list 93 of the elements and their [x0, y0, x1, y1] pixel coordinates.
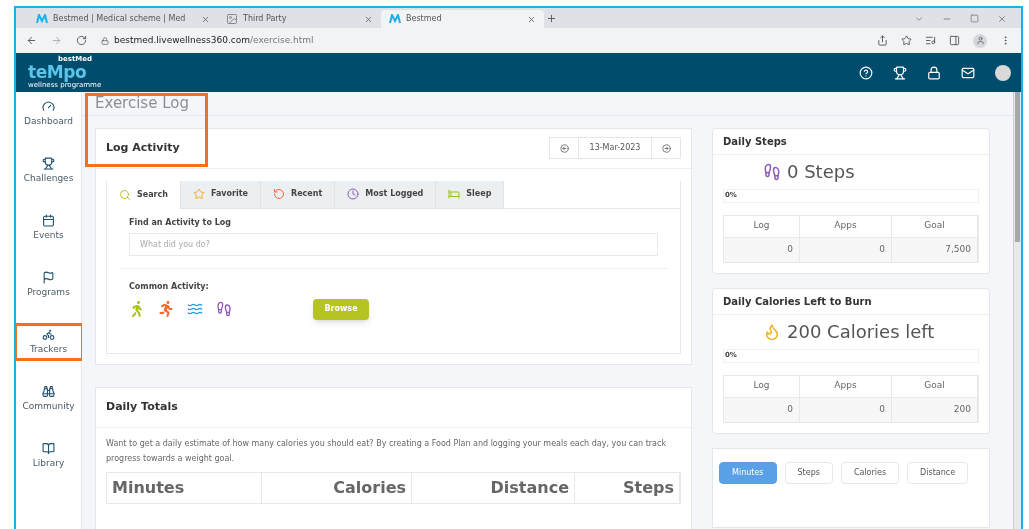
footprints-icon [763, 162, 781, 181]
side-panel-icon[interactable] [949, 35, 960, 46]
flame-icon [763, 322, 781, 341]
share-icon[interactable] [877, 35, 888, 46]
table-header: Minutes [107, 472, 262, 503]
bed-icon [448, 188, 461, 200]
binoculars-icon [42, 384, 55, 398]
mail-icon[interactable] [961, 65, 975, 80]
chart-toggle[interactable]: Distance [907, 461, 969, 484]
chart-toggle[interactable]: Steps [784, 461, 833, 484]
widget-headline: 0 Steps [787, 160, 855, 184]
brand-favicon-icon [389, 14, 401, 24]
search-icon [119, 188, 131, 201]
tab-title: Bestmed [406, 13, 443, 25]
page-title: Exercise Log [95, 93, 189, 114]
chart-toggle[interactable]: Calories [840, 461, 900, 484]
back-icon[interactable] [26, 35, 37, 46]
image-icon [226, 13, 238, 25]
table-cell: 0 [800, 237, 892, 262]
card-title: Daily Totals [106, 398, 178, 415]
close-icon[interactable] [201, 14, 210, 24]
table-header: Goal [892, 215, 978, 238]
sidebar-item[interactable]: Challenges [16, 155, 81, 187]
table-cell: 0 [724, 397, 800, 422]
forward-icon[interactable] [51, 35, 62, 46]
sidebar-item[interactable]: Programs [16, 269, 81, 301]
footprints-icon[interactable] [216, 301, 232, 317]
user-avatar[interactable] [995, 64, 1011, 81]
arrow-right-icon [661, 143, 671, 153]
profile-avatar[interactable] [973, 33, 987, 48]
new-tab-icon[interactable] [546, 13, 557, 24]
history-icon [273, 188, 285, 200]
field-label: Find an Activity to Log [129, 216, 232, 229]
field-label: Common Activity: [129, 280, 210, 293]
activity-tab[interactable]: Sleep [436, 180, 505, 209]
search-field[interactable]: What did you do? [129, 232, 658, 256]
url-text: bestmed.livewellness360.com/exercise.html [114, 33, 314, 47]
media-icon[interactable] [925, 35, 936, 46]
lock-icon[interactable] [927, 65, 941, 80]
lock-icon [101, 36, 109, 45]
sidebar-item[interactable]: Events [16, 212, 81, 244]
activity-tab[interactable]: Most Logged [335, 180, 437, 209]
help-icon[interactable] [859, 65, 873, 80]
tab-title: Third Party [243, 13, 288, 25]
brand-favicon-icon [36, 14, 48, 24]
card-title: Log Activity [106, 139, 180, 156]
card-title: Daily Steps [713, 128, 989, 155]
trophy-icon [42, 156, 55, 170]
sidebar-item[interactable]: Dashboard [16, 98, 81, 130]
table-header: Log [724, 375, 800, 398]
walking-icon[interactable] [129, 301, 145, 317]
table-cell: 0 [724, 237, 800, 262]
bookmark-icon[interactable] [901, 35, 912, 46]
flag-icon [42, 270, 55, 284]
close-icon[interactable] [527, 14, 536, 24]
table-cell: 7,500 [892, 237, 978, 262]
date-text: 13-Mar-2023 [588, 142, 642, 154]
gauge-icon [42, 99, 55, 113]
table-header: Apps [800, 375, 892, 398]
table-header: Apps [800, 215, 892, 238]
table-header: Calories [262, 472, 412, 503]
sidebar-item[interactable]: Library [16, 440, 81, 472]
activity-tab[interactable]: Favorite [180, 180, 261, 209]
book-icon [42, 441, 55, 455]
table-cell: 0 [800, 397, 892, 422]
chevron-down-icon[interactable] [914, 14, 924, 24]
arrow-left-icon [559, 143, 569, 153]
info-text: Want to get a daily estimate of how many calories you should eat? By creating a Food Plan and logging your meals each day, you can track progress towards a weight goal. [105, 437, 668, 465]
widget-headline: 200 Calories left [787, 320, 935, 344]
star-icon [192, 188, 205, 200]
table-cell: 200 [892, 397, 978, 422]
sidebar-item[interactable]: Community [16, 383, 81, 415]
browser-tab[interactable]: Bestmed | Medical scheme | Med [28, 10, 218, 28]
browser-tab[interactable]: Bestmed [381, 10, 544, 28]
close-icon[interactable] [997, 14, 1007, 24]
bicycle-icon [42, 327, 55, 341]
close-icon[interactable] [364, 14, 373, 24]
running-icon[interactable] [158, 301, 174, 317]
sidebar-item[interactable]: Trackers [16, 326, 81, 358]
clock-icon [347, 188, 360, 200]
browser-tab[interactable]: Third Party [218, 10, 381, 28]
trophy-icon[interactable] [893, 65, 907, 80]
table-header: Goal [892, 375, 978, 398]
reload-icon[interactable] [76, 35, 87, 46]
table-header: Log [724, 215, 800, 238]
activity-tab[interactable]: Recent [261, 180, 336, 209]
table-header: Steps [575, 472, 680, 503]
waves-icon[interactable] [187, 301, 203, 317]
card-title: Daily Calories Left to Burn [713, 288, 989, 315]
tab-title: Bestmed | Medical scheme | Med [53, 13, 187, 25]
table-header: Distance [412, 472, 575, 503]
calendar-icon [42, 213, 55, 227]
maximize-icon[interactable] [970, 14, 979, 23]
